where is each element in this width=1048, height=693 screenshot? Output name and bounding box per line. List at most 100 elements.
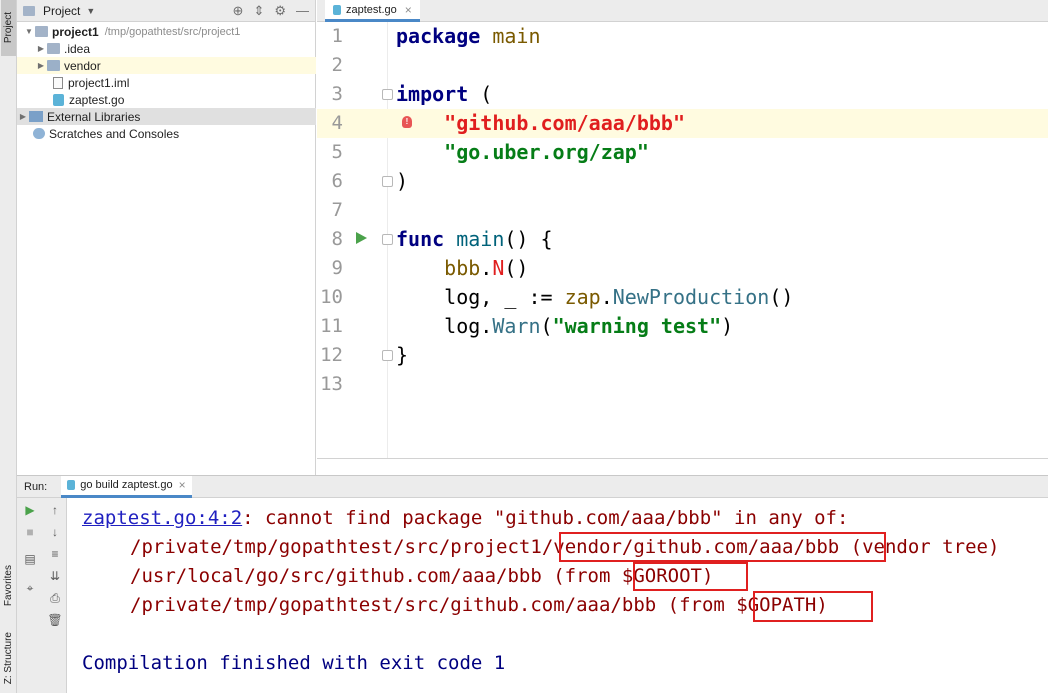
chevron-right-icon[interactable]: ▶: [17, 112, 29, 121]
folder-icon: [47, 60, 60, 71]
tree-item-idea[interactable]: ▶ .idea: [17, 40, 316, 57]
fold-icon[interactable]: [382, 234, 393, 245]
code-line-8: func main() {: [396, 225, 553, 254]
code-text: log, _ :=: [444, 285, 565, 309]
tab-zaptest[interactable]: zaptest.go ×: [325, 0, 420, 22]
close-icon[interactable]: ×: [405, 3, 412, 17]
stop-icon[interactable]: ■: [22, 524, 38, 540]
left-tool-strip: Project Favorites Z: Structure: [0, 0, 17, 693]
run-icon[interactable]: [356, 232, 367, 244]
arrow-down-icon[interactable]: ↓: [47, 524, 63, 540]
tree-item-path: /tmp/gopathtest/src/project1: [104, 25, 241, 38]
console-line-3: /usr/local/go/src/github.com/aaa/bbb (fr…: [130, 562, 713, 591]
go-file-icon: [333, 4, 341, 15]
run-label: Run:: [24, 480, 48, 493]
collapse-icon[interactable]: ⇕: [253, 3, 264, 19]
chevron-right-icon[interactable]: ▶: [35, 61, 47, 70]
go-file-icon: [53, 93, 64, 106]
line-number: 5: [331, 141, 343, 163]
keyword: import: [396, 82, 469, 106]
code-text: (): [769, 285, 794, 309]
trash-icon[interactable]: 🗑: [47, 612, 63, 628]
tree-item-label: Scratches and Consoles: [49, 126, 180, 141]
fold-icon[interactable]: [382, 89, 393, 100]
console-output[interactable]: zaptest.go:4:2: cannot find package "git…: [68, 498, 1048, 693]
chevron-right-icon[interactable]: ▶: [35, 44, 47, 53]
soft-wrap-icon[interactable]: ≡: [47, 546, 63, 562]
line-number: 4: [331, 112, 343, 134]
line-number: 2: [331, 54, 343, 76]
chevron-down-icon[interactable]: ▼: [23, 27, 35, 36]
keyword: func: [396, 227, 445, 251]
folder-icon: [35, 26, 48, 37]
code-text: (: [540, 314, 553, 338]
vendor-path-highlight-box: [559, 532, 886, 562]
favorites-tool-tab[interactable]: Favorites: [1, 555, 16, 617]
fold-icon[interactable]: [382, 176, 393, 187]
fold-icon[interactable]: [382, 350, 393, 361]
scratches-icon: [33, 128, 45, 139]
code-text: log.: [444, 314, 493, 338]
code-line-9: bbb.N(): [396, 254, 528, 283]
tree-item-project1[interactable]: ▼ project1 /tmp/gopathtest/src/project1: [17, 23, 316, 40]
go-file-icon: [67, 480, 76, 490]
gopath-highlight-box: [753, 591, 873, 622]
run-tab[interactable]: go build zaptest.go ×: [61, 475, 192, 498]
line-number: 10: [320, 286, 343, 308]
layout-icon[interactable]: ▤: [22, 551, 38, 567]
unresolved-fn: N: [492, 256, 505, 280]
code-line-11: log.Warn("warning test"): [396, 312, 733, 341]
line-number: 6: [331, 170, 343, 192]
rerun-icon[interactable]: ▶: [22, 502, 38, 518]
structure-tool-tab[interactable]: Z: Structure: [1, 625, 16, 691]
arrow-up-icon[interactable]: ↑: [47, 502, 63, 518]
line-number: 12: [320, 344, 343, 366]
line-number: 7: [331, 199, 343, 221]
tree-item-iml[interactable]: project1.iml: [17, 74, 316, 91]
minimize-icon[interactable]: —: [296, 3, 309, 19]
tree-item-label: project1.iml: [68, 75, 130, 90]
folder-icon: [47, 43, 60, 54]
code-text: () {: [504, 227, 553, 251]
tree-item-vendor[interactable]: ▶ vendor: [17, 57, 316, 74]
code-line-1: package main: [396, 22, 541, 51]
line-number: 11: [320, 315, 343, 337]
tree-item-zaptest[interactable]: zaptest.go: [17, 91, 316, 108]
target-icon[interactable]: ⊕: [233, 3, 244, 19]
import-string: "go.uber.org/zap": [444, 140, 649, 164]
console-text: Compilation finished with exit code 1: [82, 652, 506, 674]
tree-item-scratches[interactable]: Scratches and Consoles: [17, 125, 316, 142]
gear-icon[interactable]: ⚙: [274, 3, 286, 19]
error-location-link[interactable]: zaptest.go:4:2: [82, 507, 242, 529]
module-icon: [53, 76, 63, 89]
tree-item-label: zaptest.go: [69, 92, 125, 107]
folder-icon: [23, 5, 35, 16]
project-tool-tab[interactable]: Project: [1, 0, 16, 56]
project-panel-title[interactable]: Project: [43, 4, 80, 18]
run-toolbar: ▶ ↑ ■ ↓ ≡ ▤ ⇊ ⌖ ⎙ 🗑: [17, 498, 67, 693]
function-name: main: [456, 227, 505, 251]
code-line-3: import (: [396, 80, 492, 109]
package-ref: zap: [564, 285, 601, 309]
package-ref: bbb: [444, 256, 481, 280]
print-icon[interactable]: ⎙: [47, 590, 63, 606]
run-panel-header: Run: go build zaptest.go ×: [17, 475, 1048, 498]
close-icon[interactable]: ×: [179, 478, 186, 492]
scroll-icon[interactable]: ⇊: [47, 568, 63, 584]
code-text: ): [721, 314, 734, 338]
method-call: Warn: [492, 314, 541, 338]
code-line-4: "github.com/aaa/bbb": [396, 109, 685, 138]
editor-breadcrumb-bar: [317, 458, 1048, 475]
line-number: 9: [331, 257, 343, 279]
method-call: NewProduction: [612, 285, 770, 309]
code-text: }: [396, 343, 409, 367]
run-tab-label: go build zaptest.go: [80, 479, 173, 491]
pin-icon[interactable]: ⌖: [22, 580, 38, 596]
code-line-5: "go.uber.org/zap": [396, 138, 649, 167]
console-line-4: /private/tmp/gopathtest/src/github.com/a…: [130, 591, 828, 620]
structure-tool-tab-label: Z: Structure: [3, 631, 14, 685]
code-line-10: log, _ := zap.NewProduction(): [396, 283, 793, 312]
chevron-down-icon[interactable]: ▼: [86, 6, 95, 16]
keyword: package: [396, 24, 481, 48]
tree-item-external-libraries[interactable]: ▶ External Libraries: [17, 108, 316, 125]
